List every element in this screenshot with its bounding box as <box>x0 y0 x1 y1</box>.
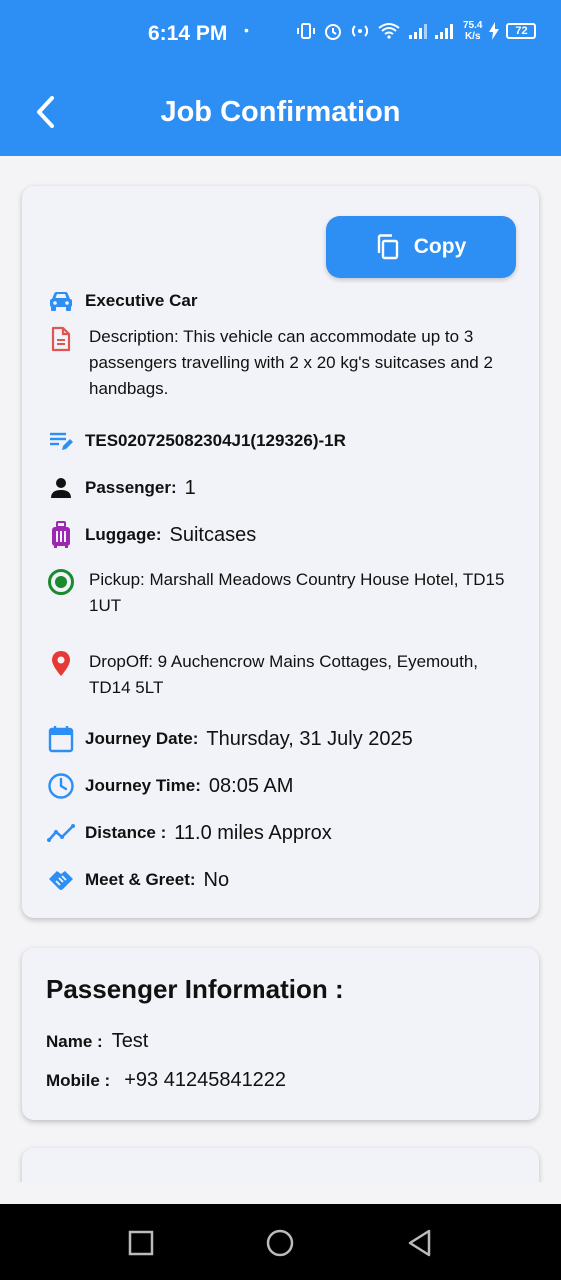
home-button[interactable] <box>265 1228 295 1258</box>
passenger-info-card: Passenger Information : Name : Test Mobi… <box>22 948 539 1120</box>
status-icons: 75.4 K/s 72 <box>296 20 537 42</box>
passenger-name-row: Name : Test <box>46 1030 148 1053</box>
luggage-row: Luggage: Suitcases <box>46 520 521 550</box>
dropoff-address: DropOff: 9 Auchencrow Mains Cottages, Ey… <box>89 652 478 697</box>
bottom-strip <box>0 1182 561 1204</box>
pickup-radio-icon <box>46 567 76 597</box>
passenger-mobile-row: Mobile : +93 41245841222 <box>46 1069 286 1092</box>
copy-button[interactable]: Copy <box>326 216 516 278</box>
distance-label: Distance : <box>85 823 167 842</box>
alarm-icon <box>325 24 341 40</box>
luggage-icon <box>46 520 76 550</box>
charging-icon <box>489 22 500 40</box>
vehicle-description: Description: This vehicle can accommodat… <box>89 327 493 398</box>
location-pin-icon <box>46 649 76 679</box>
copy-icon <box>377 234 398 260</box>
vibrate-icon <box>297 23 315 39</box>
passenger-count: 1 <box>184 476 196 499</box>
journey-time-label: Journey Time: <box>85 776 201 795</box>
vehicle-row: Executive Car <box>46 286 521 316</box>
copy-label: Copy <box>413 235 467 258</box>
journey-date-label: Journey Date: <box>85 729 199 748</box>
wifi-icon <box>378 23 400 39</box>
vehicle-type: Executive Car <box>85 291 198 310</box>
content-area[interactable]: Copy Executive Car Description: This veh… <box>0 156 561 1182</box>
mobile-label: Mobile : <box>46 1070 111 1090</box>
luggage-value: Suitcases <box>169 523 257 546</box>
journey-time-value: 08:05 AM <box>208 774 294 797</box>
status-bar: 6:14 PM • 75.4 K/s 72 <box>0 0 561 70</box>
status-dot: • <box>244 22 249 38</box>
trend-line-icon <box>46 818 76 848</box>
clock-icon <box>46 771 76 801</box>
car-icon <box>46 286 76 316</box>
page-title: Job Confirmation <box>160 96 401 128</box>
notes-edit-icon <box>46 426 76 456</box>
dropoff-row: DropOff: 9 Auchencrow Mains Cottages, Ey… <box>46 649 521 701</box>
journey-date-row: Journey Date: Thursday, 31 July 2025 <box>46 724 521 754</box>
pickup-address: Pickup: Marshall Meadows Country House H… <box>89 570 505 615</box>
reference-row: TES020725082304J1(129326)-1R <box>46 426 521 456</box>
app-bar: Job Confirmation <box>0 70 561 156</box>
meet-greet-label: Meet & Greet: <box>85 870 196 889</box>
pickup-row: Pickup: Marshall Meadows Country House H… <box>46 567 521 619</box>
luggage-label: Luggage: <box>85 525 162 544</box>
name-label: Name : <box>46 1031 103 1051</box>
meet-greet-row: Meet & Greet: No <box>46 865 521 895</box>
job-details-card: Copy Executive Car Description: This veh… <box>22 186 539 918</box>
job-reference: TES020725082304J1(129326)-1R <box>85 431 346 450</box>
system-back-button[interactable] <box>405 1228 435 1258</box>
battery-indicator: 72 <box>506 23 537 39</box>
passenger-info-title: Passenger Information : <box>46 974 344 1004</box>
next-info-card <box>22 1148 539 1182</box>
system-nav-bar <box>0 1204 561 1280</box>
calendar-icon <box>46 724 76 754</box>
description-row: Description: This vehicle can accommodat… <box>46 324 521 402</box>
signal-icon <box>409 24 453 39</box>
distance-value: 11.0 miles Approx <box>174 821 332 844</box>
name-value: Test <box>111 1030 149 1052</box>
status-time: 6:14 PM <box>148 22 228 45</box>
person-icon <box>46 473 76 503</box>
distance-row: Distance : 11.0 miles Approx <box>46 818 521 848</box>
journey-date-value: Thursday, 31 July 2025 <box>206 727 413 750</box>
hotspot-icon <box>351 25 369 37</box>
journey-time-row: Journey Time: 08:05 AM <box>46 771 521 801</box>
handshake-icon <box>46 865 76 895</box>
meet-greet-value: No <box>203 868 230 891</box>
passenger-row: Passenger: 1 <box>46 473 521 503</box>
network-speed: 75.4 K/s <box>463 20 483 42</box>
recent-apps-button[interactable] <box>126 1228 156 1258</box>
passenger-label: Passenger: <box>85 478 177 497</box>
mobile-value: +93 41245841222 <box>124 1069 287 1091</box>
document-icon <box>46 324 76 354</box>
